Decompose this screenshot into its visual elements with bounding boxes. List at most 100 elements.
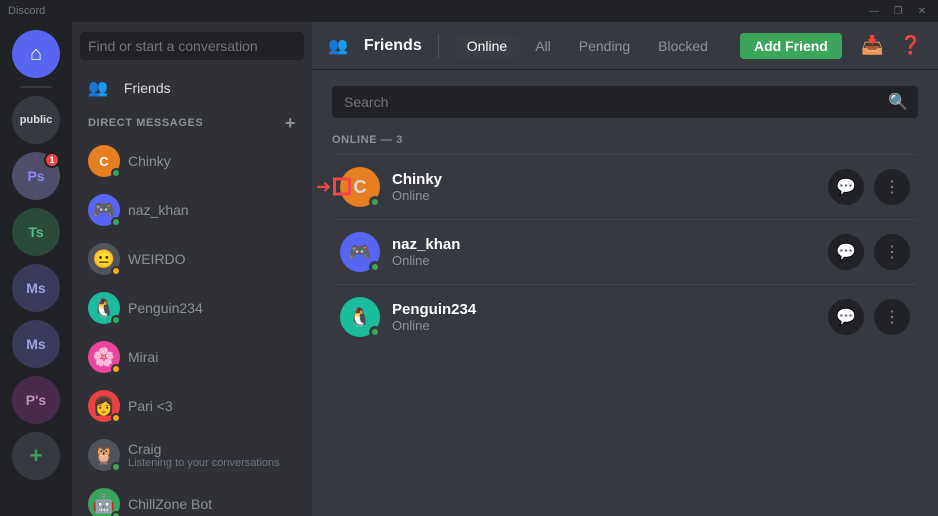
dm-section-header: DIRECT MESSAGES +: [72, 106, 312, 136]
friend-item-penguin[interactable]: 🐧 Penguin234 Online 💬 ⋮: [332, 284, 918, 349]
avatar-mirai: 🌸: [88, 341, 120, 373]
online-header: ONLINE — 3: [332, 134, 918, 146]
header-actions: 📥 ❓: [861, 35, 922, 56]
inbox-icon[interactable]: 📥: [861, 35, 883, 56]
header-tabs: Online All Pending Blocked: [455, 34, 720, 58]
dm-item-pari[interactable]: 👩 Pari <3: [80, 382, 304, 430]
tab-online[interactable]: Online: [455, 34, 519, 58]
friend-status-chinky: Online: [392, 188, 828, 203]
app-body: ⌂ public Ps 1 Ts Ms Ms P's +: [0, 22, 938, 516]
close-button[interactable]: ✕: [914, 6, 930, 17]
friend-actions-penguin: 💬 ⋮: [828, 299, 910, 335]
avatar-penguin: 🐧: [88, 292, 120, 324]
friend-item-chinky[interactable]: C Chinky Online 💬 ⋮: [332, 154, 918, 219]
server-icon-ms1[interactable]: Ms: [12, 264, 60, 312]
tab-pending[interactable]: Pending: [567, 34, 642, 58]
server-label-ps2: P's: [26, 392, 46, 408]
server-label-public: public: [20, 114, 52, 126]
dm-list: C Chinky 🎮 naz_khan: [72, 136, 312, 516]
friend-avatar-penguin: 🐧: [340, 297, 380, 337]
server-label-ts: Ts: [28, 224, 43, 240]
dm-item-weirdo[interactable]: 😐 WEIRDO: [80, 235, 304, 283]
dm-name-pari: Pari <3: [128, 398, 296, 414]
main-header: 👥 Friends Online All Pending Blocked Add…: [312, 22, 938, 70]
add-friend-button[interactable]: Add Friend: [740, 33, 842, 59]
friend-row-chinky-wrapper: C Chinky Online 💬 ⋮: [332, 154, 918, 219]
friends-icon: 👥: [88, 78, 108, 98]
friend-actions-chinky: 💬 ⋮: [828, 169, 910, 205]
friend-status-penguin: Online: [392, 318, 828, 333]
friend-name-naz-khan: naz_khan: [392, 236, 828, 253]
message-penguin-button[interactable]: 💬: [828, 299, 864, 335]
server-icon-home[interactable]: ⌂: [12, 30, 60, 78]
tab-blocked[interactable]: Blocked: [646, 34, 720, 58]
dm-sidebar: 👥 Friends DIRECT MESSAGES + C Chinky: [72, 22, 312, 516]
tab-all[interactable]: All: [523, 34, 563, 58]
message-icon: 💬: [836, 177, 856, 197]
friend-actions-naz-khan: 💬 ⋮: [828, 234, 910, 270]
dm-item-naz-khan[interactable]: 🎮 naz_khan: [80, 186, 304, 234]
craig-subtext: Listening to your conversations: [128, 457, 280, 469]
server-label-ps1: Ps: [27, 168, 44, 184]
main-content: 👥 Friends Online All Pending Blocked Add…: [312, 22, 938, 516]
header-divider: [438, 34, 439, 58]
dm-name-penguin: Penguin234: [128, 300, 296, 316]
more-icon: ⋮: [884, 177, 900, 197]
server-icon-public[interactable]: public: [12, 96, 60, 144]
more-penguin-button[interactable]: ⋮: [874, 299, 910, 335]
friend-status-naz-khan: Online: [392, 253, 828, 268]
help-icon[interactable]: ❓: [900, 35, 922, 56]
friend-item-naz-khan[interactable]: 🎮 naz_khan Online 💬 ⋮: [332, 219, 918, 284]
add-server-button[interactable]: +: [12, 432, 60, 480]
status-dot-weirdo: [111, 266, 121, 276]
friends-label: Friends: [124, 80, 296, 96]
dm-name-naz-khan: naz_khan: [128, 202, 296, 218]
dm-item-chillzone[interactable]: 🤖 ChillZone Bot: [80, 480, 304, 516]
avatar-weirdo: 😐: [88, 243, 120, 275]
friend-status-dot-chinky: [369, 196, 381, 208]
sidebar-item-friends[interactable]: 👥 Friends: [80, 70, 304, 106]
server-icon-ps2[interactable]: P's: [12, 376, 60, 424]
message-chinky-button[interactable]: 💬: [828, 169, 864, 205]
avatar-chillzone: 🤖: [88, 488, 120, 516]
dm-item-penguin[interactable]: 🐧 Penguin234: [80, 284, 304, 332]
more-icon: ⋮: [884, 307, 900, 327]
friend-info-penguin: Penguin234 Online: [392, 301, 828, 333]
add-dm-button[interactable]: +: [285, 114, 296, 132]
status-dot-naz-khan: [111, 217, 121, 227]
server-icon-ts[interactable]: Ts: [12, 208, 60, 256]
avatar-pari: 👩: [88, 390, 120, 422]
search-container: 🔍: [332, 86, 918, 118]
dm-item-chinky[interactable]: C Chinky: [80, 137, 304, 185]
page-title: Friends: [364, 37, 422, 55]
server-icon-ps1[interactable]: Ps 1: [12, 152, 60, 200]
avatar-chinky: C: [88, 145, 120, 177]
window-controls: — ❐ ✕: [866, 6, 930, 17]
friend-info-chinky: Chinky Online: [392, 171, 828, 203]
search-input[interactable]: [332, 86, 918, 118]
maximize-button[interactable]: ❐: [890, 6, 906, 17]
friend-status-dot-penguin: [369, 326, 381, 338]
server-badge-ps1: 1: [44, 152, 60, 168]
friend-name-chinky: Chinky: [392, 171, 828, 188]
server-icon-ms2[interactable]: Ms: [12, 320, 60, 368]
avatar-craig: 🦉: [88, 439, 120, 471]
dm-item-mirai[interactable]: 🌸 Mirai: [80, 333, 304, 381]
more-chinky-button[interactable]: ⋮: [874, 169, 910, 205]
friend-avatar-chinky: C: [340, 167, 380, 207]
craig-name-group: Craig Listening to your conversations: [128, 441, 280, 469]
search-input[interactable]: [80, 32, 304, 60]
status-dot-chinky: [111, 168, 121, 178]
server-label-ms2: Ms: [26, 336, 45, 352]
message-naz-khan-button[interactable]: 💬: [828, 234, 864, 270]
direct-messages-label: DIRECT MESSAGES: [88, 117, 203, 129]
status-dot-chillzone: [111, 511, 121, 516]
message-icon: 💬: [836, 242, 856, 262]
dm-item-craig[interactable]: 🦉 Craig Listening to your conversations: [80, 431, 304, 479]
dm-name-chillzone: ChillZone Bot: [128, 496, 296, 512]
minimize-button[interactable]: —: [866, 6, 882, 17]
home-icon: ⌂: [30, 43, 42, 66]
status-dot-penguin: [111, 315, 121, 325]
more-naz-khan-button[interactable]: ⋮: [874, 234, 910, 270]
status-dot-pari: [111, 413, 121, 423]
